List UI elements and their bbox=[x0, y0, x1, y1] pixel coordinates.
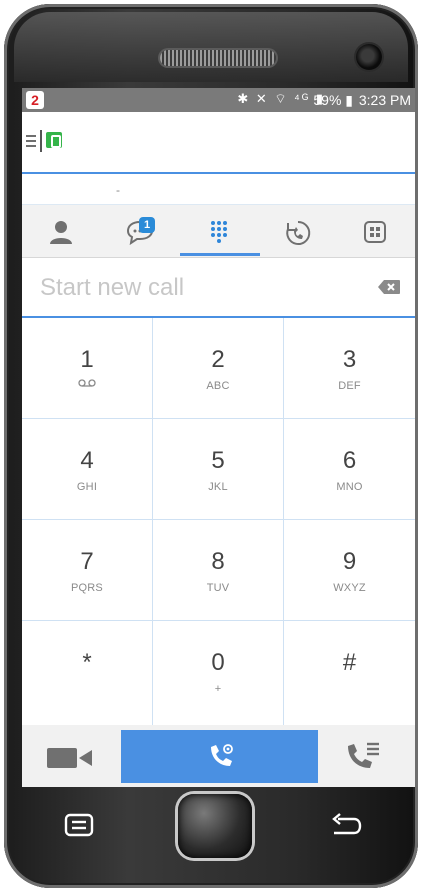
dialpad-icon bbox=[211, 221, 227, 243]
key-letters: ABC bbox=[206, 380, 230, 392]
key-hash[interactable]: # bbox=[284, 621, 415, 725]
key-0[interactable]: 0 + bbox=[153, 621, 284, 725]
tab-selected-indicator bbox=[180, 253, 260, 256]
building-icon bbox=[364, 221, 386, 243]
dial-number-input[interactable] bbox=[38, 272, 342, 304]
backspace-icon[interactable] bbox=[377, 279, 401, 295]
key-digit: 8 bbox=[211, 548, 225, 575]
key-4[interactable]: 4 GHI bbox=[22, 419, 153, 520]
call-options-icon[interactable] bbox=[345, 740, 381, 772]
key-letters: GHI bbox=[76, 481, 98, 493]
key-digit: 0 bbox=[211, 649, 225, 676]
key-digit: 3 bbox=[342, 346, 357, 373]
key-digit: 1 bbox=[80, 346, 94, 373]
status-time: 3:23 PM bbox=[358, 92, 411, 108]
key-digit: # bbox=[342, 649, 357, 676]
phone-top-gloss bbox=[14, 12, 408, 82]
tab-history[interactable] bbox=[258, 205, 336, 257]
key-2[interactable]: 2 ABC bbox=[153, 318, 284, 419]
hardware-nav-bar bbox=[10, 790, 412, 880]
key-3[interactable]: 3 DEF bbox=[284, 318, 415, 419]
key-7[interactable]: 7 PQRS bbox=[22, 520, 153, 621]
sub-bar: - bbox=[22, 174, 415, 205]
keypad: 1 2 ABC 3 DEF 4 GHI 5 JKL 6 MNO 7 PQRS 8… bbox=[22, 318, 415, 725]
key-9[interactable]: 9 WXYZ bbox=[284, 520, 415, 621]
key-letters: PQRS bbox=[71, 582, 103, 594]
history-icon bbox=[286, 220, 311, 245]
status-icons: ✱ ✕ ⌔ ⁴ᴳ ▮ bbox=[237, 91, 325, 106]
call-actions bbox=[22, 725, 415, 787]
key-letters: MNO bbox=[336, 481, 363, 493]
presence-flag-icon bbox=[46, 132, 62, 148]
key-letters: WXYZ bbox=[333, 582, 366, 594]
status-bar: 2 ✱ ✕ ⌔ ⁴ᴳ ▮ 59% ▮ 3:23 PM bbox=[22, 88, 415, 112]
key-6[interactable]: 6 MNO bbox=[284, 419, 415, 520]
tab-dialpad[interactable] bbox=[180, 205, 258, 257]
main-tabs: 1 bbox=[22, 205, 415, 258]
key-1[interactable]: 1 bbox=[22, 318, 153, 419]
tab-messages[interactable]: 1 bbox=[100, 205, 178, 257]
phone-call-icon bbox=[211, 744, 233, 766]
presence-status[interactable] bbox=[40, 130, 64, 152]
key-star[interactable]: * bbox=[22, 621, 153, 725]
front-camera bbox=[356, 44, 382, 70]
key-digit: 7 bbox=[80, 548, 94, 575]
menu-key-icon[interactable] bbox=[64, 813, 94, 837]
key-digit: 4 bbox=[80, 447, 94, 474]
key-digit: 2 bbox=[211, 346, 225, 373]
call-button[interactable] bbox=[121, 730, 318, 783]
video-call-icon[interactable] bbox=[46, 747, 94, 769]
tab-directory[interactable] bbox=[336, 205, 414, 257]
person-icon bbox=[50, 221, 72, 244]
dial-entry bbox=[22, 258, 415, 318]
key-letters: + bbox=[214, 683, 222, 695]
sub-bar-dash: - bbox=[116, 183, 120, 197]
key-digit: 6 bbox=[342, 447, 357, 474]
battery-level: 59% ▮ bbox=[313, 92, 353, 108]
screen: 2 ✱ ✕ ⌔ ⁴ᴳ ▮ 59% ▮ 3:23 PM - 1 Start new… bbox=[22, 88, 415, 787]
earpiece-speaker bbox=[160, 50, 276, 66]
app-bar bbox=[22, 112, 415, 174]
key-letters: JKL bbox=[208, 481, 228, 493]
key-5[interactable]: 5 JKL bbox=[153, 419, 284, 520]
key-letters: DEF bbox=[338, 380, 361, 392]
hamburger-menu-icon[interactable] bbox=[26, 135, 36, 147]
back-key-icon[interactable] bbox=[330, 813, 362, 839]
app-notification-icon: 2 bbox=[26, 91, 44, 109]
key-letters: TUV bbox=[206, 582, 230, 594]
key-digit: 5 bbox=[211, 447, 225, 474]
key-8[interactable]: 8 TUV bbox=[153, 520, 284, 621]
key-digit: 9 bbox=[342, 548, 357, 575]
voicemail-icon bbox=[78, 379, 96, 387]
home-button[interactable] bbox=[178, 794, 252, 858]
phone-frame: 2 ✱ ✕ ⌔ ⁴ᴳ ▮ 59% ▮ 3:23 PM - 1 Start new… bbox=[0, 0, 422, 892]
message-count-badge: 1 bbox=[139, 217, 155, 233]
key-digit: * bbox=[82, 649, 92, 676]
tab-contacts[interactable] bbox=[22, 205, 100, 257]
